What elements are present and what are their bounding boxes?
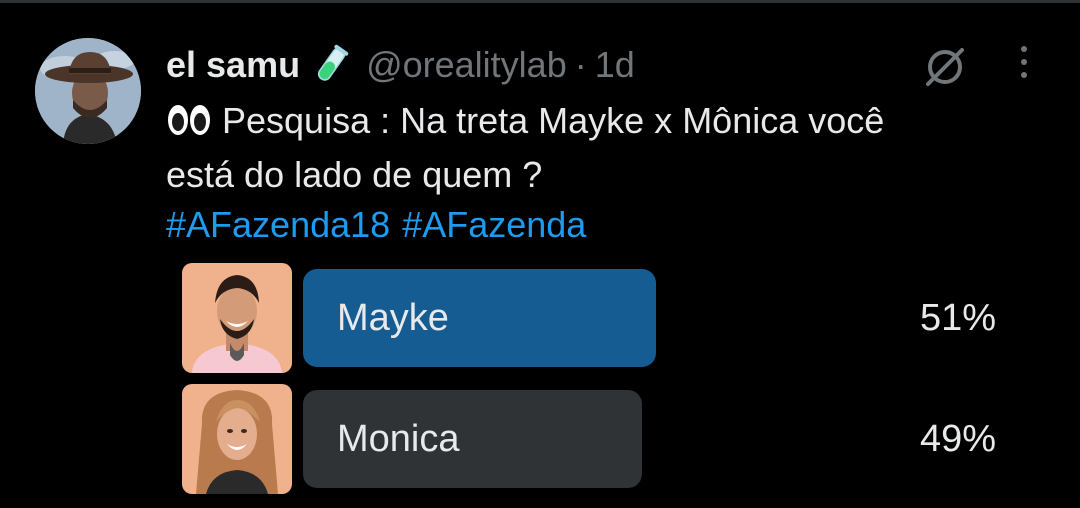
poll-option-monica[interactable]: Monica 49% [182, 384, 1062, 494]
tweet-time[interactable]: 1d [595, 44, 635, 86]
poll-option-label-mayke: Mayke [337, 297, 449, 339]
eyes-icon [166, 100, 212, 150]
more-options-icon[interactable] [1009, 42, 1039, 82]
option-photo-monica [182, 384, 292, 494]
hashtag-link[interactable]: #AFazenda [402, 204, 586, 245]
hashtag-link[interactable]: #AFazenda18 [166, 204, 390, 245]
tweet-text-line1: Pesquisa : Na treta Mayke x Mônica você [222, 100, 885, 141]
author-handle[interactable]: @orealitylab [366, 44, 567, 86]
tweet-text-line2: está do lado de quem ? [166, 154, 543, 195]
author-name[interactable]: el samu [166, 44, 300, 86]
tweet-text: Pesquisa : Na treta Mayke x Mônica você … [166, 96, 1046, 250]
option-photo-mayke [182, 263, 292, 373]
poll-option-label-monica: Monica [337, 418, 460, 460]
tweet-header: el samu @orealitylab · 1d [166, 40, 635, 90]
top-divider [0, 0, 1080, 3]
separator-dot: · [574, 44, 587, 85]
hashtags: #AFazenda18 #AFazenda [166, 200, 1046, 250]
grok-icon[interactable] [922, 44, 968, 90]
poll-percent-monica: 49% [919, 418, 996, 460]
poll-percent-mayke: 51% [919, 297, 996, 339]
test-tube-icon [310, 44, 352, 86]
avatar[interactable] [35, 38, 141, 144]
poll-option-mayke[interactable]: Mayke 51% [182, 263, 1062, 373]
